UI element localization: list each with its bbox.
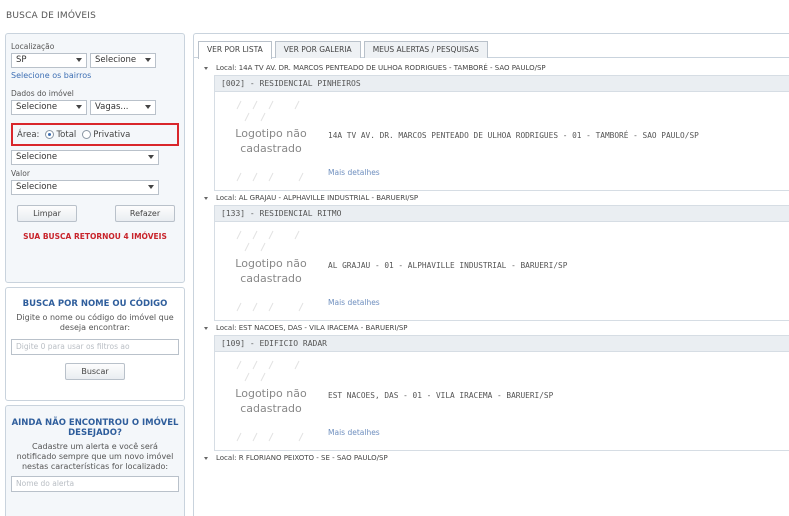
redo-button[interactable]: Refazer [115,205,175,222]
state-select-value: SP [16,55,27,65]
area-type-group: Área: Total Privativa [11,123,179,146]
chevron-down-icon [148,155,154,159]
more-details-link[interactable]: Mais detalhes [328,428,380,437]
name-code-input[interactable]: Digite 0 para usar os filtros ao [11,339,179,355]
value-select[interactable]: Selecione [11,180,159,195]
logo-placeholder-text: Logotipo não cadastrado [235,127,307,155]
collapse-arrow-icon [204,456,208,460]
property-body: Logotipo não cadastrado AL GRAJAU - 01 -… [215,222,789,320]
filter-panel: Localização SP Selecione Selecione os ba… [5,33,185,283]
location-group-header[interactable]: Local: R FLORIANO PEIXOTO - SE - SAO PAU… [194,451,789,465]
chevron-down-icon [76,105,82,109]
name-search-panel: BUSCA POR NOME OU CÓDIGO Digite o nome o… [5,287,185,401]
property-title: [133] - RESIDENCIAL RITMO [215,206,789,222]
collapse-arrow-icon [204,196,208,200]
area-private-radio[interactable]: Privativa [82,130,130,140]
area-private-label: Privativa [93,129,131,140]
location-text: Local: R FLORIANO PEIXOTO - SE - SAO PAU… [216,454,388,462]
chevron-down-icon [145,105,151,109]
location-group-header[interactable]: Local: AL GRAJAU - ALPHAVILLE INDUSTRIAL… [194,191,789,205]
neighborhood-link[interactable]: Selecione os bairros [11,71,179,80]
property-type-select[interactable]: Selecione [11,100,87,115]
tab-gallery-view[interactable]: VER POR GALERIA [274,41,361,58]
clear-button[interactable]: Limpar [17,205,77,222]
radio-unchecked-icon [82,130,92,139]
results-list: Local: 14A TV AV. DR. MARCOS PENTEADO DE… [194,58,789,465]
area-select[interactable]: Selecione [11,150,159,165]
city-select[interactable]: Selecione [90,53,156,68]
tab-alerts-searches[interactable]: MEUS ALERTAS / PESQUISAS [363,41,488,58]
logo-placeholder: Logotipo não cadastrado [225,95,317,187]
property-title: [109] - EDIFICIO RADAR [215,336,789,352]
name-search-title: BUSCA POR NOME OU CÓDIGO [22,299,168,309]
alert-name-input[interactable]: Nome do alerta [11,476,179,492]
chevron-down-icon [148,185,154,189]
logo-placeholder-text: Logotipo não cadastrado [235,387,307,415]
city-select-value: Selecione [95,55,137,65]
chevron-down-icon [145,58,151,62]
search-button[interactable]: Buscar [65,363,125,380]
page-title: BUSCA DE IMÓVEIS [6,11,97,21]
property-title: [002] - RESIDENCIAL PINHEIROS [215,76,789,92]
state-select[interactable]: SP [11,53,87,68]
parking-select[interactable]: Vagas... [90,100,156,115]
chevron-down-icon [76,58,82,62]
property-card: [133] - RESIDENCIAL RITMO Logotipo não c… [214,205,789,321]
property-card: [002] - RESIDENCIAL PINHEIROS Logotipo n… [214,75,789,191]
area-label: Área: [17,129,40,140]
more-details-link[interactable]: Mais detalhes [328,168,380,177]
location-text: Local: AL GRAJAU - ALPHAVILLE INDUSTRIAL… [216,194,419,202]
view-tabs: VER POR LISTA VER POR GALERIA MEUS ALERT… [194,34,789,59]
collapse-arrow-icon [204,326,208,330]
location-label: Localização [11,42,55,51]
area-select-value: Selecione [16,152,58,162]
alert-text: Cadastre um alerta e você será notificad… [16,442,174,471]
alert-title: AINDA NÃO ENCONTROU O IMÓVEL DESEJADO? [11,418,179,438]
logo-placeholder: Logotipo não cadastrado [225,355,317,447]
property-card: [109] - EDIFICIO RADAR Logotipo não cada… [214,335,789,451]
property-data-label: Dados do imóvel [11,89,74,98]
property-body: Logotipo não cadastrado 14A TV AV. DR. M… [215,92,789,190]
name-search-text: Digite o nome ou código do imóvel que de… [16,313,174,332]
search-sidebar: Localização SP Selecione Selecione os ba… [5,33,185,516]
location-text: Local: 14A TV AV. DR. MARCOS PENTEADO DE… [216,64,546,72]
logo-placeholder-text: Logotipo não cadastrado [235,257,307,285]
property-address: AL GRAJAU - 01 - ALPHAVILLE INDUSTRIAL -… [328,261,568,270]
results-area: VER POR LISTA VER POR GALERIA MEUS ALERT… [193,33,789,516]
value-label: Valor [11,169,30,178]
tab-list-view[interactable]: VER POR LISTA [198,41,272,59]
more-details-link[interactable]: Mais detalhes [328,298,380,307]
property-address: EST NACOES, DAS - 01 - VILA IRACEMA - BA… [328,391,554,400]
radio-checked-icon [45,130,55,139]
collapse-arrow-icon [204,66,208,70]
location-group-header[interactable]: Local: 14A TV AV. DR. MARCOS PENTEADO DE… [194,61,789,75]
location-text: Local: EST NACOES, DAS - VILA IRACEMA - … [216,324,408,332]
location-group-header[interactable]: Local: EST NACOES, DAS - VILA IRACEMA - … [194,321,789,335]
result-count-message: SUA BUSCA RETORNOU 4 IMÓVEIS [23,232,167,241]
property-address: 14A TV AV. DR. MARCOS PENTEADO DE ULHOA … [328,131,699,140]
parking-select-value: Vagas... [95,102,129,112]
logo-placeholder: Logotipo não cadastrado [225,225,317,317]
area-total-radio[interactable]: Total [45,130,76,140]
area-total-label: Total [56,129,77,140]
property-body: Logotipo não cadastrado EST NACOES, DAS … [215,352,789,450]
property-type-value: Selecione [16,102,58,112]
alert-panel: AINDA NÃO ENCONTROU O IMÓVEL DESEJADO? C… [5,405,185,516]
value-select-value: Selecione [16,182,58,192]
